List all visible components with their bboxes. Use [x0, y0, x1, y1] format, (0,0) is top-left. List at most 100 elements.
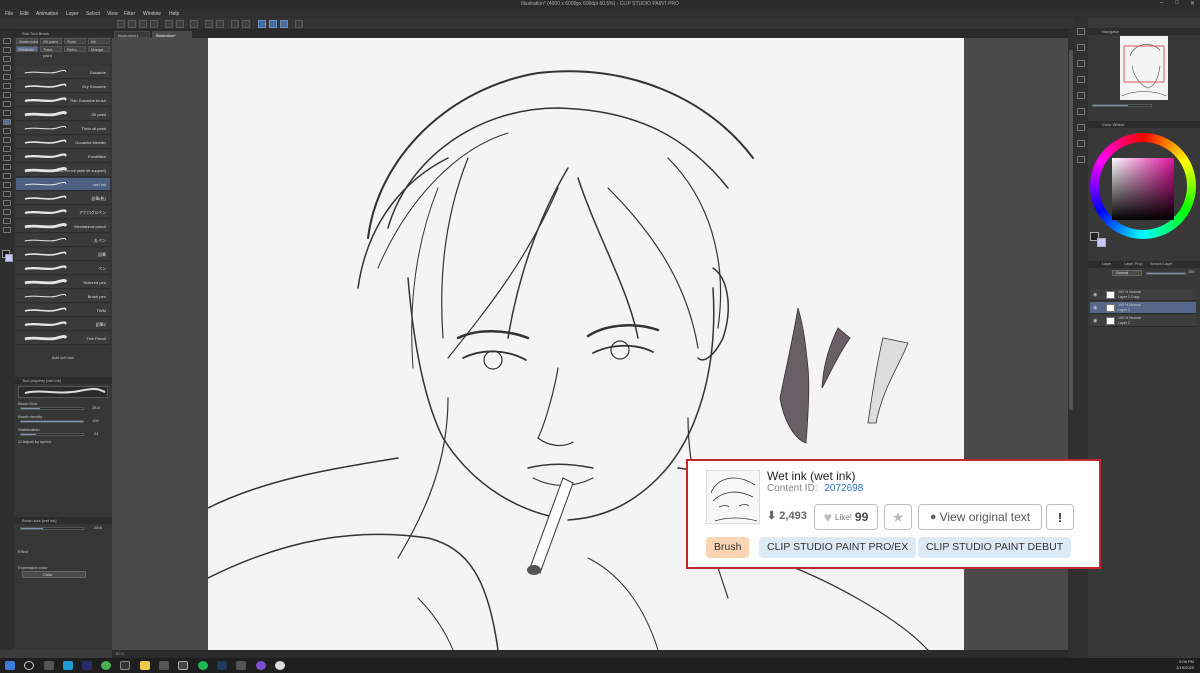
panel-material-icon[interactable]	[1077, 28, 1085, 35]
brush-item[interactable]: Gouache blender	[16, 136, 110, 149]
app-icon[interactable]	[236, 661, 246, 670]
tab-sumi[interactable]: Sumi	[64, 38, 86, 44]
ruler-icon[interactable]	[295, 20, 303, 28]
fill-icon[interactable]	[216, 20, 224, 28]
snap-grid-icon[interactable]	[269, 20, 277, 28]
menu-file[interactable]: File	[5, 11, 13, 17]
tab-oil-paint[interactable]: Oil paint	[40, 38, 62, 44]
blend-tool-icon[interactable]	[3, 155, 11, 161]
photoshop-icon[interactable]	[217, 661, 227, 670]
undo-icon[interactable]	[165, 20, 173, 28]
operation-tool-icon[interactable]	[3, 56, 11, 62]
obs-icon[interactable]	[178, 661, 188, 670]
ruler-tool-icon[interactable]	[3, 200, 11, 206]
menu-animation[interactable]: Animation	[36, 11, 58, 17]
report-button[interactable]: !	[1046, 504, 1074, 530]
menu-window[interactable]: Window	[143, 11, 161, 17]
panel-info-icon[interactable]	[1077, 92, 1085, 99]
horizontal-scrollbar[interactable]: 60.5	[112, 650, 1068, 658]
brush-item[interactable]: Oil paint	[16, 108, 110, 121]
asset-thumbnail[interactable]	[706, 470, 760, 524]
tab-retro[interactable]: Retro	[64, 46, 86, 52]
panel-property-icon[interactable]	[1077, 60, 1085, 67]
sub-color-swatch[interactable]	[5, 254, 13, 262]
panel-history-icon[interactable]	[1077, 44, 1085, 51]
tag-brush[interactable]: Brush	[706, 537, 750, 558]
brush-item[interactable]: 丸ペン	[16, 234, 110, 247]
redo-icon[interactable]	[176, 20, 184, 28]
save-icon[interactable]	[139, 20, 147, 28]
close-icon[interactable]: ✕	[1190, 0, 1195, 7]
navigator-zoom-slider[interactable]	[1092, 104, 1152, 107]
vertical-scroll-thumb[interactable]	[1069, 50, 1073, 410]
tab-manga[interactable]: Manga	[88, 46, 110, 52]
visibility-icon[interactable]: ◉	[1093, 318, 1097, 324]
blend-mode-select[interactable]: Normal	[1112, 270, 1142, 276]
expression-color-select[interactable]: Color	[22, 571, 86, 578]
brush-item[interactable]: 鉛筆2	[16, 318, 110, 331]
layer-opacity-slider[interactable]	[1146, 272, 1186, 275]
media-player-icon[interactable]	[120, 661, 130, 670]
auto-select-tool-icon[interactable]	[3, 83, 11, 89]
brush-tool-icon[interactable]	[3, 119, 11, 125]
move-tool-icon[interactable]	[3, 47, 11, 53]
brush-item[interactable]: Dry Gouache	[16, 80, 110, 93]
pencil-tool-icon[interactable]	[3, 110, 11, 116]
tag-clip-studio-pro-ex[interactable]: CLIP STUDIO PAINT PRO/EX	[759, 537, 917, 558]
snap-special-icon[interactable]	[280, 20, 288, 28]
chat-icon[interactable]	[159, 661, 169, 670]
adjust-speed-checkbox[interactable]: ☑ Adjust by speed	[18, 439, 51, 444]
new-icon[interactable]	[117, 20, 125, 28]
sub-color-indicator[interactable]	[1097, 238, 1106, 247]
tab-realistic[interactable]: Realistic	[16, 46, 38, 52]
color-wheel[interactable]	[1090, 133, 1196, 239]
system-clock[interactable]: 5:06 PM 2/19/2025	[1176, 659, 1194, 671]
file-explorer-icon[interactable]	[140, 661, 150, 670]
snap-ruler-icon[interactable]	[258, 20, 266, 28]
deselect-icon[interactable]	[242, 20, 250, 28]
panel-color-set-icon[interactable]	[1077, 124, 1085, 131]
eyedropper-tool-icon[interactable]	[3, 92, 11, 98]
correct-line-tool-icon[interactable]	[3, 227, 11, 233]
brush-item[interactable]: ペン	[16, 262, 110, 275]
eraser-tool-icon[interactable]	[3, 146, 11, 152]
text-tool-icon[interactable]	[3, 209, 11, 215]
tab-layer[interactable]: Layer	[1102, 261, 1112, 268]
menu-filter[interactable]: Filter	[124, 11, 135, 17]
tab-illustration1[interactable]: Illustration1	[114, 31, 150, 38]
task-view-icon[interactable]	[44, 661, 54, 670]
brush-density-slider[interactable]	[20, 420, 84, 423]
brush-item[interactable]: wet ink	[16, 178, 110, 191]
brush-item[interactable]: Thin Gouache brush	[16, 94, 110, 107]
premiere-icon[interactable]	[82, 661, 92, 670]
tag-clip-studio-debut[interactable]: CLIP STUDIO PAINT DEBUT	[918, 537, 1072, 558]
brush-item[interactable]: TWM	[16, 304, 110, 317]
tab-watercolor[interactable]: Watercolor	[16, 38, 38, 44]
panel-intermediate-icon[interactable]	[1077, 156, 1085, 163]
brush-item[interactable]: Perfect Pencil (with tilt support)	[16, 164, 110, 177]
spotify-icon[interactable]	[198, 661, 208, 670]
brush-item[interactable]: Thin Pencil	[16, 332, 110, 345]
menu-help[interactable]: Help	[169, 11, 179, 17]
clear-icon[interactable]	[190, 20, 198, 28]
airbrush-tool-icon[interactable]	[3, 128, 11, 134]
add-sub-tool-button[interactable]: Add sub tool	[14, 355, 112, 360]
search-icon[interactable]	[24, 661, 34, 670]
tab-thick-paint[interactable]: Thick paint	[40, 46, 62, 58]
panel-color-history-icon[interactable]	[1077, 140, 1085, 147]
decoration-tool-icon[interactable]	[3, 137, 11, 143]
layer-row[interactable]: ◉ 100 % Normal Layer 1	[1090, 302, 1196, 314]
import-icon[interactable]	[150, 20, 158, 28]
pen-tool-icon[interactable]	[3, 101, 11, 107]
balloon-tool-icon[interactable]	[3, 218, 11, 224]
favorite-button[interactable]: ★	[884, 504, 912, 530]
transform-icon[interactable]	[205, 20, 213, 28]
zoom-tool-icon[interactable]	[3, 38, 11, 44]
tab-ink[interactable]: Ink	[88, 38, 110, 44]
navigator-preview[interactable]	[1120, 36, 1168, 100]
saturation-square[interactable]	[1112, 158, 1174, 220]
brush-item[interactable]: 鉛筆	[16, 248, 110, 261]
brush-item[interactable]: 鉛筆(乾)	[16, 192, 110, 205]
brush-item[interactable]: アナログGペン	[16, 206, 110, 219]
menu-layer[interactable]: Layer	[66, 11, 79, 17]
